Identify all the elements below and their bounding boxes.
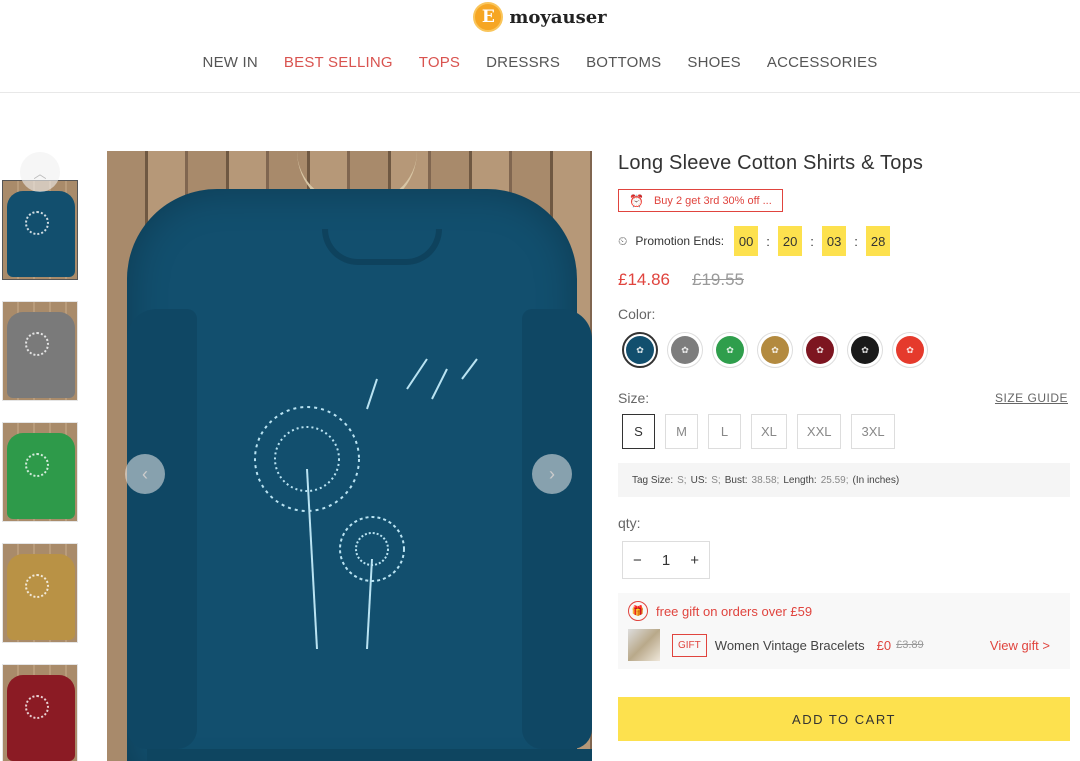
size-s[interactable]: S	[622, 414, 655, 449]
nav-best-selling[interactable]: BEST SELLING	[271, 54, 406, 71]
thumbnail-wine[interactable]	[2, 664, 78, 761]
product-title: Long Sleeve Cotton Shirts & Tops	[618, 152, 924, 174]
color-swatches: ✿ ✿ ✿ ✿ ✿ ✿ ✿	[622, 332, 1070, 368]
size-measurements: Tag Size: S; US: S; Bust: 38.58; Length:…	[618, 463, 1070, 497]
product-info: Long Sleeve Cotton Shirts & Tops ⏰ Buy 2…	[618, 152, 1070, 741]
size-l[interactable]: L	[708, 414, 741, 449]
view-gift-link[interactable]: View gift >	[990, 638, 1050, 653]
free-gift-box: 🎁 free gift on orders over £59 GIFT Wome…	[618, 593, 1070, 669]
header-divider	[0, 92, 1080, 93]
swatch-black[interactable]: ✿	[847, 332, 883, 368]
size-guide-link[interactable]: SIZE GUIDE	[995, 391, 1068, 405]
nav-dresses[interactable]: DRESSRS	[473, 54, 573, 71]
swatch-gray[interactable]: ✿	[667, 332, 703, 368]
logo-text: moyauser	[509, 6, 607, 28]
product-main-image[interactable]: ‹ ›	[107, 151, 592, 761]
countdown-days: 00	[734, 226, 759, 256]
gift-name: Women Vintage Bracelets	[714, 637, 865, 653]
quantity-stepper: − 1 +	[622, 541, 710, 579]
alarm-clock-icon: ⏰	[629, 193, 644, 208]
gift-badge: GIFT	[672, 633, 707, 657]
site-logo[interactable]: E moyauser	[0, 1, 1080, 33]
swatch-wine[interactable]: ✿	[802, 332, 838, 368]
gift-price: £0	[876, 637, 892, 653]
gift-icon: 🎁	[628, 601, 648, 621]
gift-headline: free gift on orders over £59	[656, 603, 813, 619]
original-price: £19.55	[692, 270, 744, 289]
nav-shoes[interactable]: SHOES	[674, 54, 754, 71]
qty-plus-button[interactable]: +	[680, 552, 709, 569]
swatch-green[interactable]: ✿	[712, 332, 748, 368]
qty-value[interactable]: 1	[652, 552, 681, 569]
countdown-seconds: 28	[866, 226, 891, 256]
countdown-minutes: 03	[822, 226, 847, 256]
size-3xl[interactable]: 3XL	[851, 414, 895, 449]
nav-bottoms[interactable]: BOTTOMS	[573, 54, 674, 71]
swatch-blue[interactable]: ✿	[622, 332, 658, 368]
nav-accessories[interactable]: ACCESSORIES	[754, 54, 891, 71]
thumbnail-list	[2, 180, 80, 761]
gift-item: GIFT Women Vintage Bracelets £0 £3.89 Vi…	[628, 629, 1060, 661]
size-options: S M L XL XXL 3XL	[622, 414, 1070, 449]
chevron-up-icon[interactable]: ︿	[20, 152, 60, 192]
sweater-graphic	[127, 189, 592, 761]
add-to-cart-button[interactable]: ADD TO CART	[618, 697, 1070, 741]
size-row: Size: SIZE GUIDE	[618, 390, 1070, 406]
main-nav: NEW IN BEST SELLING TOPS DRESSRS BOTTOMS…	[0, 54, 1080, 71]
price-row: £14.86 £19.55	[618, 270, 1070, 290]
size-m[interactable]: M	[665, 414, 698, 449]
chevron-left-icon[interactable]: ‹	[125, 454, 165, 494]
thumbnail-blue[interactable]	[2, 180, 78, 280]
promo-tag[interactable]: ⏰ Buy 2 get 3rd 30% off ...	[618, 189, 783, 212]
chevron-right-icon[interactable]: ›	[532, 454, 572, 494]
dandelion-print-graphic	[254, 358, 478, 650]
swatch-red[interactable]: ✿	[892, 332, 928, 368]
clock-icon: ⏲	[618, 233, 628, 248]
size-xl[interactable]: XL	[751, 414, 787, 449]
qty-minus-button[interactable]: −	[623, 552, 652, 569]
qty-label: qty:	[618, 515, 641, 531]
promotion-countdown: ⏲ Promotion Ends: 00 : 20 : 03 : 28	[618, 226, 1070, 256]
thumbnail-green[interactable]	[2, 422, 78, 522]
gift-thumbnail[interactable]	[628, 629, 660, 661]
thumbnail-yellow[interactable]	[2, 543, 78, 643]
nav-tops[interactable]: TOPS	[406, 54, 473, 71]
current-price: £14.86	[618, 270, 670, 289]
size-label: Size:	[618, 390, 650, 406]
logo-mark-icon: E	[473, 2, 504, 32]
color-label: Color:	[618, 306, 656, 322]
nav-new-in[interactable]: NEW IN	[190, 54, 271, 71]
thumbnail-gray[interactable]	[2, 301, 78, 401]
countdown-label: Promotion Ends:	[635, 234, 725, 248]
promo-text: Buy 2 get 3rd 30% off ...	[653, 194, 772, 207]
countdown-hours: 20	[778, 226, 803, 256]
size-xxl[interactable]: XXL	[796, 414, 842, 449]
gift-old-price: £3.89	[896, 639, 924, 651]
swatch-yellow[interactable]: ✿	[757, 332, 793, 368]
